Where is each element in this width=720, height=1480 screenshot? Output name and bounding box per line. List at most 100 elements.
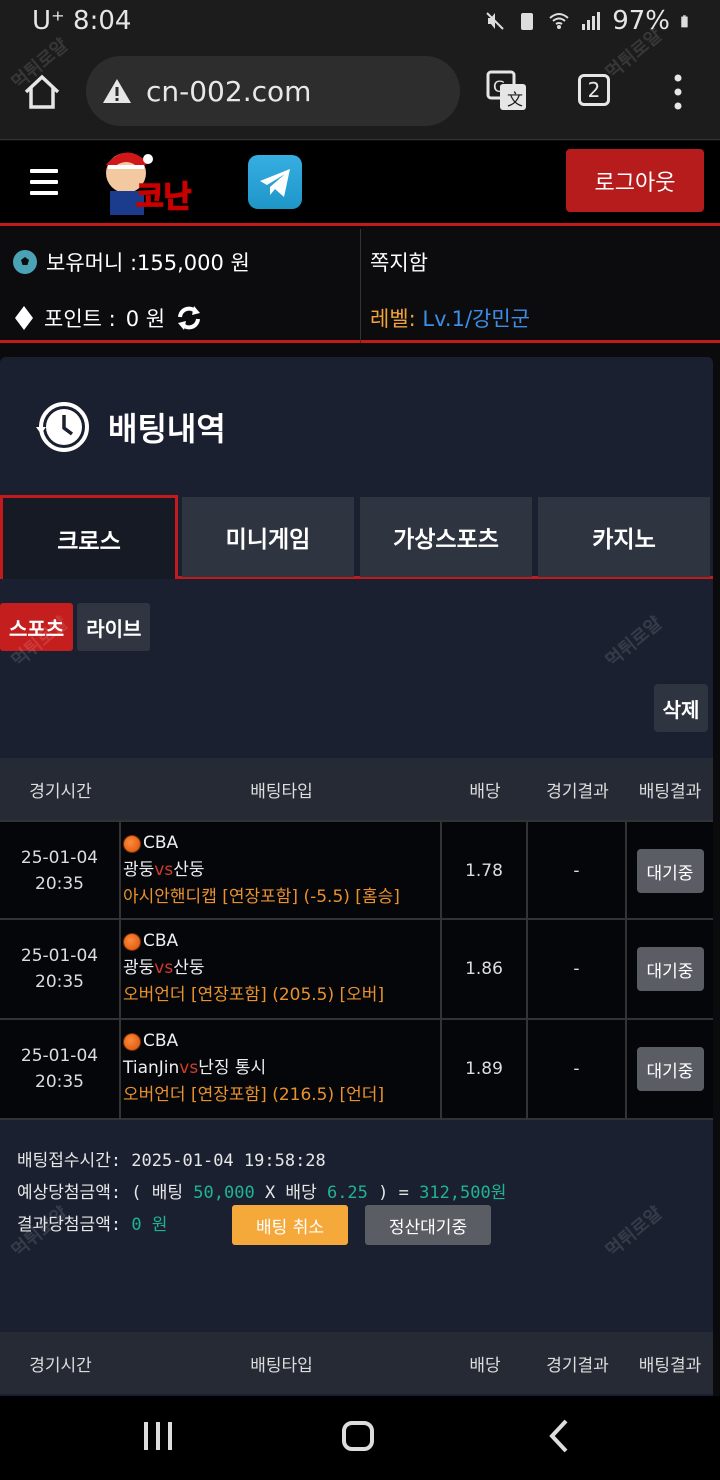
level-display: 레벨: Lv.1/강민군 — [370, 303, 530, 333]
game-time: 20:35 — [35, 972, 84, 992]
basketball-icon — [123, 1032, 141, 1051]
svg-text:文: 文 — [507, 90, 523, 109]
user-info-bar: 보유머니 :155,000 원 쪽지함 포인트 : 0 원 레벨: Lv.1/강… — [0, 229, 720, 343]
bet-result-cell: 대기중 — [627, 920, 713, 1018]
messages-link[interactable]: 쪽지함 — [370, 247, 428, 277]
game-time: 20:35 — [35, 1072, 84, 1092]
teams-line: 광둥vs산둥 — [123, 857, 440, 884]
col-game-result: 경기결과 — [546, 781, 609, 802]
expected-prefix: 예상당첨금액: ( 배팅 — [17, 1183, 194, 1203]
tab-virtual-sports[interactable]: 가상스포츠 — [360, 497, 532, 577]
recycle-icon — [521, 13, 534, 30]
basketball-icon — [123, 834, 141, 853]
vs-label: vs — [179, 1058, 199, 1078]
status-right: 97% — [484, 6, 694, 36]
col-game-result: 경기결과 — [546, 1355, 609, 1376]
clock: 8:04 — [73, 6, 132, 36]
league-name: CBA — [143, 833, 179, 853]
page-header: 배팅내역 — [34, 399, 226, 455]
hamburger-menu-icon[interactable] — [30, 169, 58, 195]
game-result-cell: - — [528, 920, 627, 1018]
page-title: 배팅내역 — [108, 410, 226, 448]
refresh-icon[interactable] — [175, 304, 203, 332]
category-tabs: 크로스 미니게임 가상스포츠 카지노 — [0, 495, 713, 579]
settlement-pending-button: 정산대기중 — [365, 1205, 491, 1245]
logout-button[interactable]: 로그아웃 — [566, 149, 704, 212]
col-bet-result: 배팅결과 — [638, 1355, 702, 1376]
url-text[interactable]: cn-002.com — [146, 75, 311, 108]
status-badge: 대기중 — [636, 947, 704, 991]
tab-cross[interactable]: 크로스 — [0, 495, 178, 579]
away-team: 산둥 — [173, 860, 205, 880]
more-menu-icon[interactable] — [664, 72, 692, 112]
delete-button[interactable]: 삭제 — [654, 684, 708, 732]
status-bar: U⁺ 8:04 97% — [0, 0, 720, 44]
address-bar[interactable]: cn-002.com — [86, 56, 460, 126]
total-odds: 6.25 — [326, 1183, 368, 1203]
vs-label: vs — [154, 958, 174, 978]
carrier-label: U⁺ — [32, 6, 65, 36]
table-row: 25-01-04 20:35 CBA TianJinvs난징 통시 오버언더 [… — [0, 1020, 713, 1120]
telegram-icon[interactable] — [248, 155, 302, 209]
col-bet-type: 배팅타입 — [250, 1355, 313, 1376]
col-game-time: 경기시간 — [29, 1355, 92, 1376]
points-value: 0 원 — [125, 307, 166, 331]
site-logo[interactable]: 코난 — [96, 145, 232, 219]
league-line: CBA — [123, 928, 440, 955]
game-date: 25-01-04 — [20, 946, 99, 966]
basketball-icon — [123, 932, 141, 951]
warning-icon[interactable] — [102, 77, 132, 105]
level-value[interactable]: Lv.1/강민군 — [422, 307, 530, 331]
bet-selection: 오버언더 [연장포함] (205.5) [오버] — [123, 985, 385, 1005]
vs-label: vs — [154, 860, 174, 880]
status-badge: 대기중 — [636, 849, 704, 893]
game-date: 25-01-04 — [20, 848, 99, 868]
eq-label: ) = — [367, 1183, 420, 1203]
home-team: 광둥 — [123, 860, 155, 880]
subtab-live[interactable]: 라이브 — [77, 603, 151, 651]
game-time-cell: 25-01-04 20:35 — [0, 822, 121, 920]
back-icon[interactable] — [548, 1418, 570, 1454]
col-odds: 배당 — [469, 1355, 501, 1376]
diamond-icon — [15, 306, 33, 330]
home-button-icon[interactable] — [342, 1421, 374, 1451]
translate-icon[interactable]: G文 — [486, 70, 528, 112]
result-win-amount: 0 원 — [131, 1215, 168, 1235]
history-clock-icon — [36, 402, 89, 452]
cancel-bet-button[interactable]: 배팅 취소 — [232, 1205, 348, 1245]
odds-cell: 1.86 — [442, 920, 528, 1018]
game-time-cell: 25-01-04 20:35 — [0, 920, 121, 1018]
logo-text: 코난 — [136, 180, 192, 215]
battery-icon — [681, 15, 688, 28]
points-display: 포인트 : 0 원 — [14, 303, 203, 333]
status-badge: 대기중 — [636, 1047, 704, 1091]
balance-label: 보유머니 :155,000 원 — [46, 251, 250, 275]
status-left: U⁺ 8:04 — [32, 6, 131, 36]
col-odds: 배당 — [469, 781, 501, 802]
wifi-icon — [549, 13, 569, 29]
away-team: 산둥 — [173, 958, 205, 978]
bet-result-cell: 대기중 — [627, 822, 713, 920]
table-row: 25-01-04 20:35 CBA 광둥vs산둥 아시안핸디캡 [연장포함] … — [0, 820, 713, 920]
tab-casino[interactable]: 카지노 — [538, 497, 710, 577]
table-header: 경기시간 배팅타입 배당 경기결과 배팅결과 — [0, 758, 713, 820]
tab-switcher-button[interactable]: 2 — [578, 74, 610, 106]
tab-minigame[interactable]: 미니게임 — [182, 497, 354, 577]
game-time: 20:35 — [35, 874, 84, 894]
bet-result-cell: 대기중 — [627, 1020, 713, 1118]
league-line: CBA — [123, 1028, 440, 1055]
table-header: 경기시간 배팅타입 배당 경기결과 배팅결과 — [0, 1332, 713, 1394]
home-team: 광둥 — [123, 958, 155, 978]
level-label: 레벨: — [370, 307, 416, 331]
points-label: 포인트 : — [44, 307, 116, 331]
game-result-cell: - — [528, 1020, 627, 1118]
col-bet-type: 배팅타입 — [250, 781, 313, 802]
league-name: CBA — [143, 931, 179, 951]
game-time-cell: 25-01-04 20:35 — [0, 1020, 121, 1118]
recent-apps-icon[interactable] — [144, 1422, 172, 1450]
svg-text:G: G — [493, 77, 505, 96]
odds-cell: 1.89 — [442, 1020, 528, 1118]
home-team: TianJin — [123, 1058, 180, 1078]
expected-win-amount: 312,500원 — [419, 1183, 507, 1203]
site-header: 코난 로그아웃 — [0, 141, 720, 226]
